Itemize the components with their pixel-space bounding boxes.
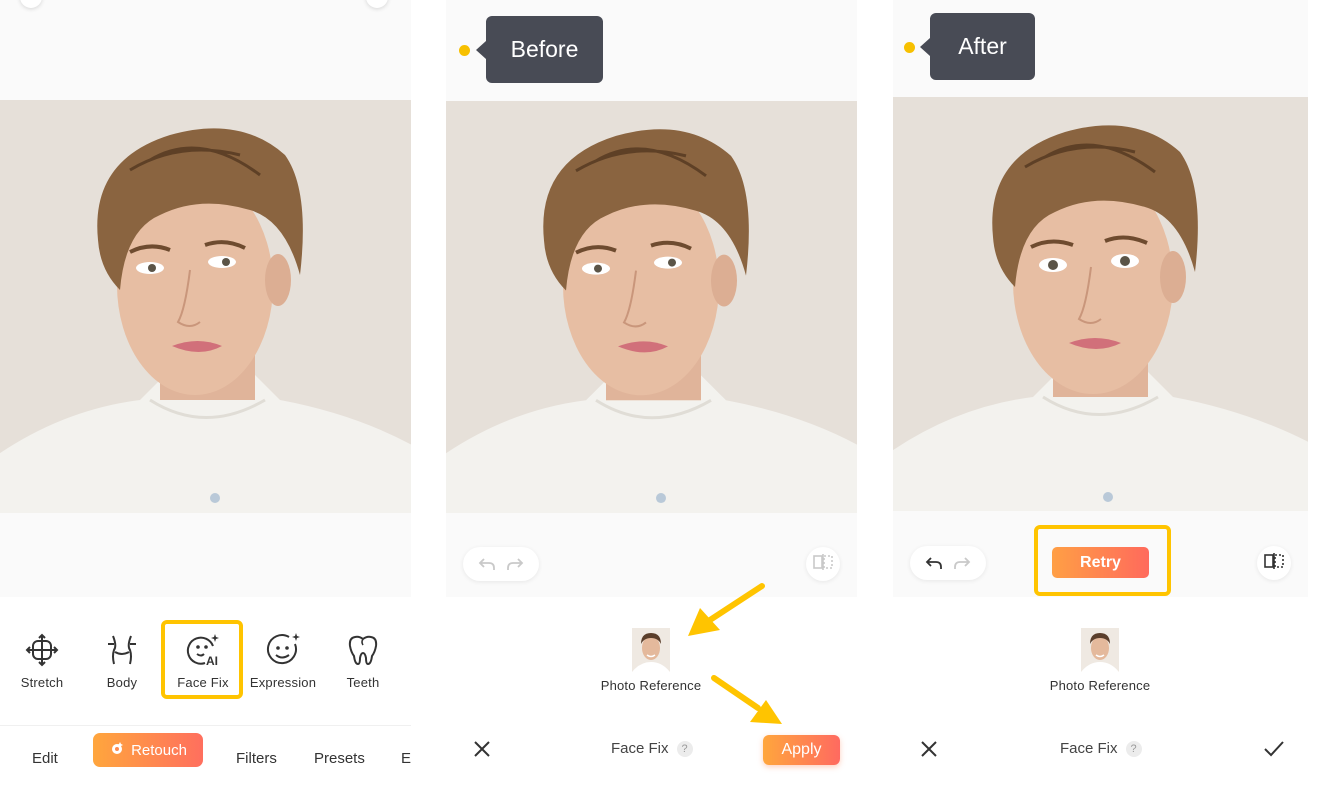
tool-label: Teeth [346, 675, 380, 690]
arrow-to-reference-icon [688, 583, 765, 636]
reference-thumbnail [1081, 628, 1119, 672]
body-icon [104, 632, 140, 668]
arrow-to-apply-icon [711, 675, 782, 724]
tool-body[interactable]: Body [82, 618, 162, 698]
tool-label: Expression [249, 675, 317, 690]
feature-title: Face Fix ? [611, 740, 693, 757]
help-icon[interactable]: ? [1125, 740, 1142, 757]
tool-stretch[interactable]: Stretch [2, 618, 82, 698]
top-bar [0, 0, 411, 100]
expression-icon [265, 632, 301, 668]
reference-thumbnail [632, 628, 670, 672]
bottom-nav: Edit Filters Presets E [0, 725, 411, 805]
tab-filters[interactable]: Filters [236, 750, 277, 767]
tool-expression[interactable]: Expression [243, 618, 323, 698]
tab-presets[interactable]: Presets [314, 750, 365, 767]
tooltip-dot [904, 42, 915, 53]
portrait-photo [0, 100, 411, 513]
tab-partial[interactable]: E [401, 750, 411, 767]
canvas-bottom-area [0, 513, 411, 597]
compare-icon [1263, 552, 1285, 575]
feature-title-label: Face Fix [611, 740, 669, 757]
back-button[interactable] [20, 0, 42, 8]
feature-title: Face Fix ? [1060, 740, 1142, 757]
close-icon[interactable] [918, 738, 940, 760]
after-tooltip: After [920, 13, 1035, 80]
retouch-icon [109, 740, 125, 760]
teeth-icon [345, 632, 381, 668]
tooltip-dot [459, 45, 470, 56]
close-icon[interactable] [471, 738, 493, 760]
canvas-bottom-area [446, 513, 857, 597]
photo-reference-label: Photo Reference [600, 678, 702, 693]
tool-label: Body [106, 675, 138, 690]
undo-icon[interactable] [478, 556, 496, 572]
help-icon[interactable]: ? [676, 740, 693, 757]
redo-icon[interactable] [953, 555, 971, 571]
feature-title-label: Face Fix [1060, 740, 1118, 757]
panel-after: Photo Reference Face Fix ? [893, 0, 1308, 805]
photo-reference[interactable]: Photo Reference [1030, 628, 1170, 693]
highlight-retry [1034, 525, 1171, 596]
redo-icon[interactable] [506, 556, 524, 572]
tab-retouch[interactable]: Retouch [93, 733, 203, 767]
panel-before: Photo Reference Face Fix ? [446, 0, 857, 805]
portrait-photo-before [446, 101, 857, 513]
confirm-check-icon[interactable] [1262, 738, 1284, 760]
compare-button[interactable] [1257, 546, 1291, 580]
compare-icon [812, 553, 834, 576]
tool-label: Stretch [20, 675, 64, 690]
compare-button[interactable] [806, 547, 840, 581]
highlight-face-fix [161, 620, 243, 699]
top-right-button[interactable] [366, 0, 388, 8]
stretch-icon [24, 632, 60, 668]
photo-reference-label: Photo Reference [1049, 678, 1151, 693]
portrait-photo-after [893, 97, 1308, 511]
undo-redo-group [910, 546, 986, 580]
apply-button[interactable]: Apply [763, 735, 840, 765]
tab-retouch-label: Retouch [131, 741, 187, 759]
before-tooltip: Before [476, 16, 603, 83]
undo-icon[interactable] [925, 555, 943, 571]
tab-edit[interactable]: Edit [32, 750, 58, 767]
undo-redo-group [463, 547, 539, 581]
tool-teeth[interactable]: Teeth [323, 618, 403, 698]
